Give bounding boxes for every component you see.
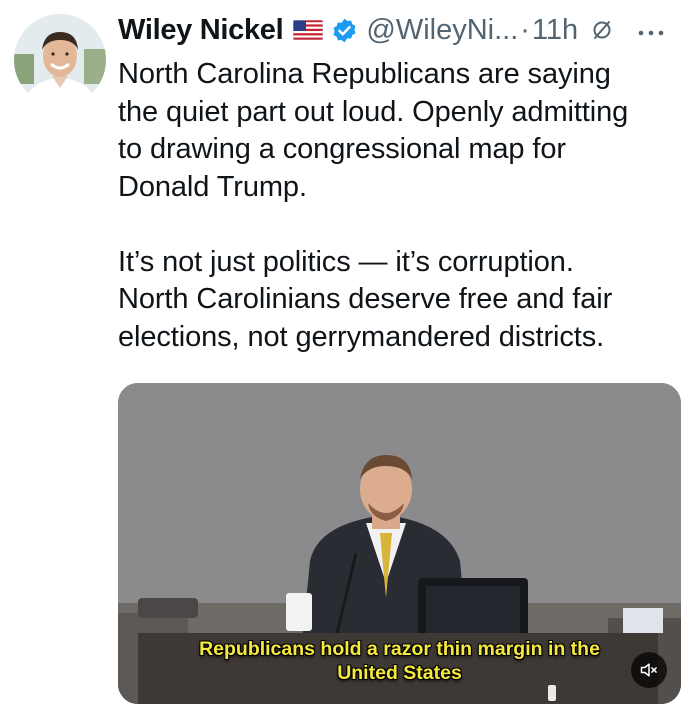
author-name[interactable]: Wiley Nickel: [118, 14, 284, 47]
tweet-header: Wiley Nickel @WileyNi... · 11h: [118, 8, 686, 52]
author-handle[interactable]: @WileyNi...: [366, 14, 518, 47]
tweet-timestamp[interactable]: 11h: [532, 14, 578, 47]
us-flag-icon: [292, 19, 324, 41]
separator-dot: ·: [520, 13, 530, 46]
more-options-icon[interactable]: [636, 25, 666, 36]
mute-button[interactable]: [631, 652, 667, 688]
avatar[interactable]: [14, 14, 106, 106]
video-caption: Republicans hold a razor thin margin in …: [199, 638, 600, 684]
repost-icon[interactable]: [590, 18, 614, 42]
muted-speaker-icon: [640, 663, 657, 677]
verified-badge-icon: [331, 17, 358, 44]
video-player[interactable]: Republicans hold a razor thin margin in …: [118, 383, 681, 704]
avatar-photo: [14, 14, 106, 106]
tweet-body-text: North Carolina Republicans are saying th…: [118, 58, 629, 353]
